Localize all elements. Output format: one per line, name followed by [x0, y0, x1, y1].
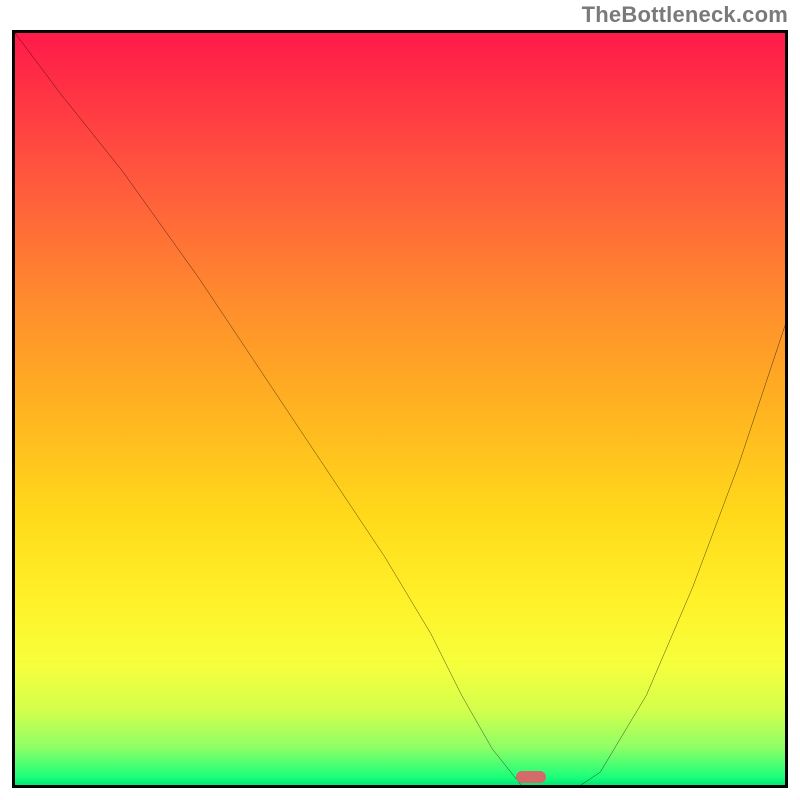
attribution-text: TheBottleneck.com — [582, 2, 788, 28]
bottleneck-curve — [15, 33, 785, 788]
plot-area — [12, 30, 788, 788]
chart-container: TheBottleneck.com — [0, 0, 800, 800]
optimum-marker — [516, 771, 546, 783]
